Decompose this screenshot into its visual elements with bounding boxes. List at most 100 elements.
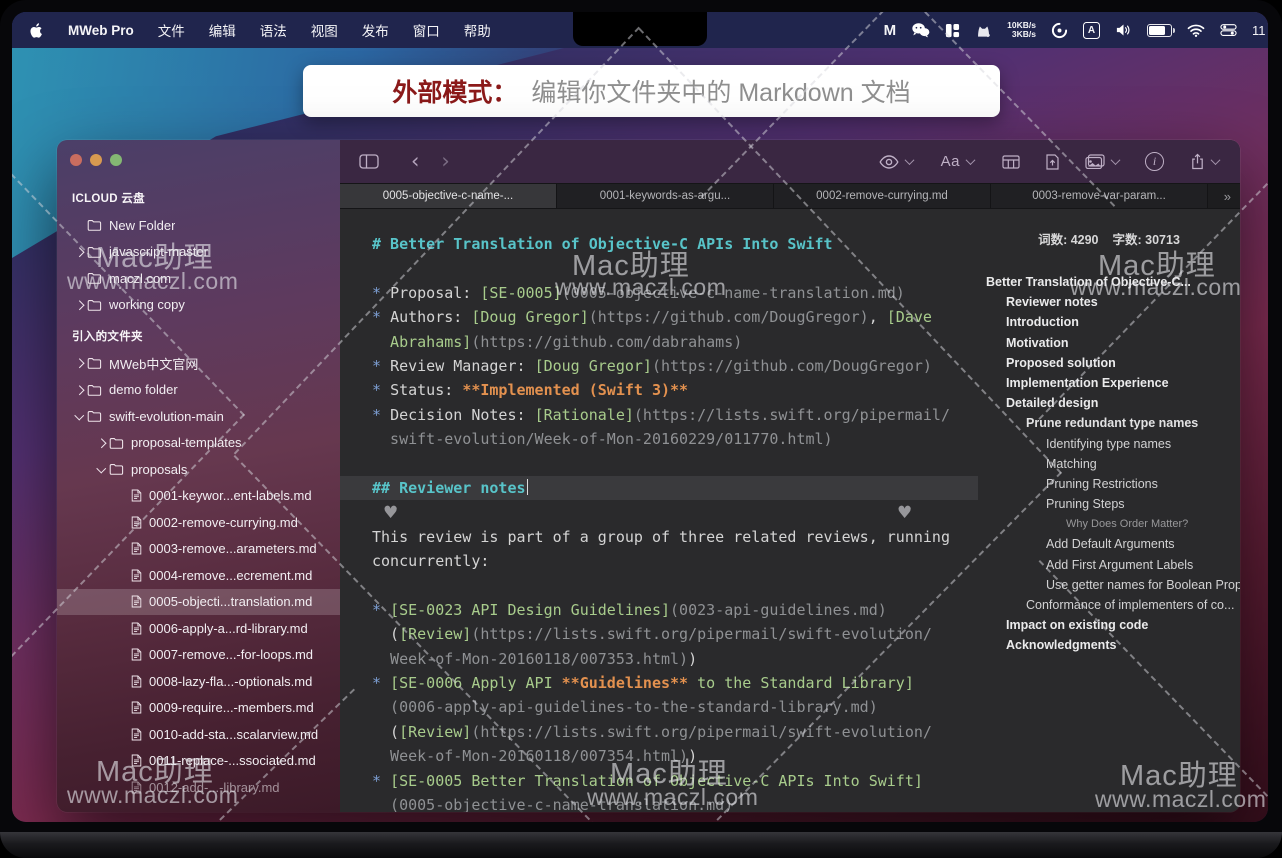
disclosure-chevron-icon[interactable] [71,385,87,395]
outline-item[interactable]: Pruning Restrictions [978,474,1240,494]
apple-icon[interactable] [29,21,44,39]
menu-item[interactable]: 编辑 [209,20,236,40]
outline-item[interactable]: Use getter names for Boolean Proper... [978,575,1240,595]
network-speed[interactable]: 10KB/s 3KB/s [1007,21,1036,39]
sidebar-folder-item[interactable]: New Folder [57,212,340,239]
sidebar-item-label: 0006-apply-a...rd-library.md [149,620,308,636]
menu-item[interactable]: 视图 [311,20,338,40]
banner: 外部模式： 编辑你文件夹中的 Markdown 文档 [303,65,1000,117]
sidebar-folder-item[interactable]: MWeb中文官网 [57,350,340,377]
outline-item[interactable]: Implementation Experience [978,373,1240,393]
sidebar-item-label: 0001-keywor...ent-labels.md [149,488,312,504]
sidebar-tree: ICLOUD 云盘 New Folder javascript-master macz… [57,186,340,812]
sidebar-doc-item[interactable]: 0007-remove...-for-loops.md [57,642,340,669]
menu-item[interactable]: 窗口 [413,20,440,40]
outline-item[interactable]: Conformance of implementers of co... [978,595,1240,615]
outline-item[interactable]: Better Translation of Objective-C... [978,272,1240,292]
editor-line: * Proposal: [SE-0005](0005-objective-c-n… [372,283,905,302]
sidebar-doc-item[interactable]: 0008-lazy-fla...-optionals.md [57,668,340,695]
tab-bar: 0005-objective-c-name-... 0001-keywords-a… [340,183,1240,209]
forward-button[interactable]: › [434,147,456,177]
outline-item[interactable]: Add First Argument Labels [978,555,1240,575]
control-center-icon[interactable] [1220,21,1237,39]
sidebar-doc-item[interactable]: 0011-replace-...ssociated.md [57,748,340,775]
menu-item[interactable]: 语法 [260,20,287,40]
back-button[interactable]: ‹ [404,147,426,177]
sidebar-folder-item[interactable]: swift-evolution-main [57,403,340,430]
outline-item[interactable]: Impact on existing code [978,615,1240,635]
sidebar-doc-item[interactable]: 0001-keywor...ent-labels.md [57,483,340,510]
document-tab[interactable]: 0002-remove-currying.md [774,184,991,208]
sidebar-item-label: swift-evolution-main [109,408,224,424]
menu-item[interactable]: 帮助 [464,20,491,40]
outline-item[interactable]: Detailed design [978,393,1240,413]
disclosure-chevron-icon[interactable] [93,438,109,448]
info-button[interactable]: i [1138,147,1171,177]
insert-image-button[interactable] [1078,147,1126,177]
outline-item[interactable]: Prune redundant type names [978,413,1240,433]
sidebar-doc-item[interactable]: 0004-remove...ecrement.md [57,562,340,589]
format-button[interactable]: Aa [934,147,981,177]
menu-item[interactable]: 发布 [362,20,389,40]
disclosure-chevron-icon[interactable] [71,300,87,310]
outline-item[interactable]: Identifying type names [978,434,1240,454]
sidebar-doc-item[interactable]: 0005-objecti...translation.md [57,588,340,615]
sidebar-folder-item[interactable]: proposal-templates [57,430,340,457]
document-tab[interactable]: 0005-objective-c-name-... [340,184,557,208]
sidebar-doc-item[interactable]: 0003-remove...arameters.md [57,536,340,563]
outline-item[interactable]: Proposed solution [978,353,1240,373]
window-toolbar: ‹ › Aa i [340,140,1240,183]
preview-button[interactable] [872,147,920,177]
outline-item[interactable]: Add Default Arguments [978,534,1240,554]
sidebar-folder-item[interactable]: javascript-master [57,239,340,266]
sidebar-doc-item[interactable]: 0012-add-...-library.md [57,774,340,801]
sidebar-folder-item[interactable]: working copy [57,292,340,319]
disclosure-chevron-icon[interactable] [71,358,87,368]
sidebar-folder-item[interactable]: proposals [57,456,340,483]
disclosure-chevron-icon[interactable] [71,247,87,257]
sidebar-folder-item[interactable]: demo folder [57,377,340,404]
outline-item[interactable]: Motivation [978,333,1240,353]
sidebar-folder-item[interactable]: maczl.com [57,265,340,292]
clock[interactable]: 11 [1252,23,1266,38]
close-button[interactable] [70,154,82,166]
tab-overflow-button[interactable]: » [1208,184,1240,208]
table-button[interactable] [995,147,1027,177]
disclosure-chevron-icon[interactable] [93,463,109,473]
zoom-button[interactable] [110,154,122,166]
sidebar-doc-item[interactable]: 0010-add-sta...scalarview.md [57,721,340,748]
editor-line: swift-evolution/Week-of-Mon-20160229/011… [372,430,833,449]
document-tab[interactable]: 0001-keywords-as-argu... [557,184,774,208]
wechat-icon[interactable] [911,21,930,39]
new-from-template-button[interactable] [1039,147,1066,177]
cat-icon[interactable] [975,21,992,39]
share-button[interactable] [1183,147,1226,177]
disclosure-chevron-icon[interactable] [71,410,87,420]
input-source-icon[interactable]: A [1083,21,1100,39]
mail-icon[interactable]: M [884,21,897,39]
swirl-icon[interactable] [1051,21,1068,39]
sidebar-toggle-button[interactable] [352,147,386,177]
sidebar-doc-item[interactable]: 0006-apply-a...rd-library.md [57,615,340,642]
markdown-editor[interactable]: # Better Translation of Objective-C APIs… [340,209,978,812]
outline-item[interactable]: Reviewer notes [978,292,1240,312]
sidebar-doc-item[interactable]: 0002-remove-currying.md [57,509,340,536]
sidebar-item-label: proposal-templates [131,435,242,451]
menu-item[interactable]: MWeb Pro [68,23,134,38]
battery-icon[interactable] [1147,23,1175,37]
outline-item[interactable]: Acknowledgments [978,635,1240,655]
wifi-icon[interactable] [1187,21,1205,39]
folder-icon [87,299,102,311]
window-manager-icon[interactable] [945,21,960,39]
sidebar-doc-item[interactable]: 0009-require...-members.md [57,695,340,722]
sidebar-item-label: MWeb中文官网 [109,356,199,372]
outline-item[interactable]: Introduction [978,312,1240,332]
doc-icon [131,754,142,767]
volume-icon[interactable] [1115,21,1132,39]
minimize-button[interactable] [90,154,102,166]
document-tab[interactable]: 0003-remove-var-param... [991,184,1208,208]
outline-item[interactable]: Matching [978,454,1240,474]
outline-item[interactable]: Pruning Steps [978,494,1240,514]
menu-item[interactable]: 文件 [158,20,185,40]
outline-item[interactable]: Why Does Order Matter? [978,514,1240,534]
